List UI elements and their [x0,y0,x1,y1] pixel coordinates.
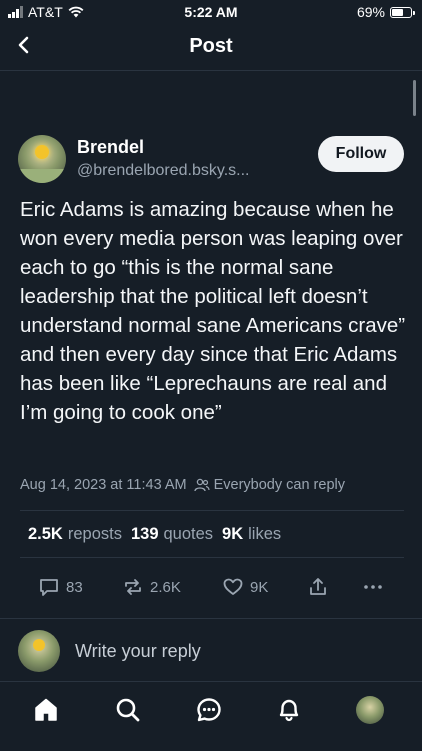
battery-fill [392,8,404,16]
avatar [356,696,384,724]
author-display-name[interactable]: Brendel [77,137,144,158]
header: Post [0,24,422,71]
post-text: Eric Adams is amazing because when he wo… [20,198,406,424]
share-icon [310,578,326,595]
quotes-count: 139 [130,525,159,543]
divider [20,557,404,558]
reposts-label: reposts [67,525,122,543]
share-button[interactable] [307,576,329,598]
more-icon [364,585,382,589]
battery-percent: 69% [356,4,385,20]
status-right: 69% [356,4,415,20]
home-icon [35,698,57,721]
bell-icon [279,699,299,722]
heart-icon [223,578,243,595]
avatar-sun [35,145,49,159]
battery-icon [390,6,415,18]
avatar [18,630,60,672]
comment-icon [40,579,58,596]
likes-stat[interactable]: 9K likes [222,525,281,544]
avatar-ground [18,169,66,183]
tab-profile[interactable] [354,694,386,726]
post-actions: 83 2.6K 9K [36,576,386,600]
post-stats: 2.5K reposts 139 quotes 9K likes [28,525,281,544]
more-button[interactable] [362,576,384,598]
search-icon [116,698,140,722]
repost-count: 2.6K [150,578,181,596]
reply-count: 83 [66,578,83,596]
scrollbar[interactable] [413,80,416,116]
reposts-count: 2.5K [28,525,63,543]
reply-input[interactable]: Write your reply [75,641,201,662]
chat-icon [197,698,221,722]
quotes-label: quotes [163,525,214,543]
status-bar: AT&T 5:22 AM 69% [0,0,422,24]
divider [20,510,404,511]
people-icon [193,478,210,492]
post-meta: Aug 14, 2023 at 11:43 AM Everybody can r… [20,477,345,493]
tab-home[interactable] [30,694,62,726]
follow-button[interactable]: Follow [318,136,404,172]
author-handle[interactable]: @brendelbored.bsky.s... [77,162,249,180]
tab-notifications[interactable] [273,694,305,726]
likes-label: likes [248,525,282,543]
repost-button[interactable]: 2.6K [122,576,181,598]
avatar-sun [33,639,45,651]
reply-composer[interactable]: Write your reply [0,618,422,681]
avatar[interactable] [18,135,66,183]
likes-count: 9K [222,525,244,543]
like-count: 9K [250,578,269,596]
reply-audience[interactable]: Everybody can reply [214,477,345,493]
page-title: Post [189,35,233,57]
tab-search[interactable] [112,694,144,726]
repost-icon [125,579,141,595]
reply-button[interactable]: 83 [38,576,83,598]
post-author: Brendel @brendelbored.bsky.s... Follow [18,133,408,193]
reposts-stat[interactable]: 2.5K reposts [28,525,122,544]
quotes-stat[interactable]: 139 quotes [131,525,213,544]
like-button[interactable]: 9K [222,576,268,598]
bottom-tab-bar [0,681,422,751]
tab-chat[interactable] [193,694,225,726]
post-timestamp: Aug 14, 2023 at 11:43 AM [20,477,187,493]
